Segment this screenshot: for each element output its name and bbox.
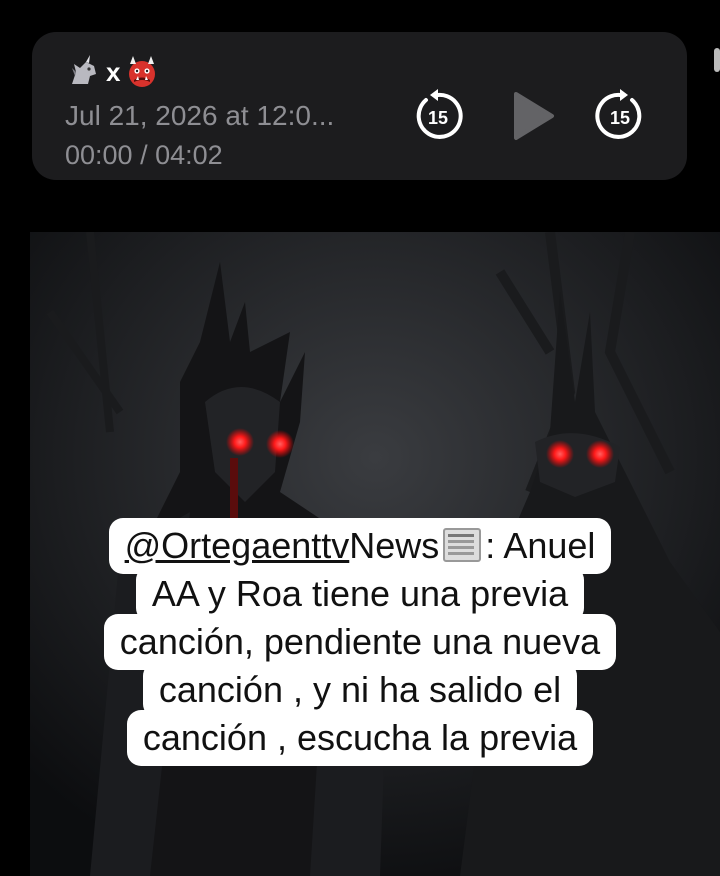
- skip-back-15-icon[interactable]: 15: [410, 88, 466, 144]
- newspaper-icon: [443, 528, 482, 562]
- recording-date: Jul 21, 2026 at 12:0...: [65, 100, 335, 131]
- player-title-separator: x: [106, 56, 121, 87]
- skip-back-label: 15: [428, 108, 448, 128]
- playback-time: 00:00 / 04:02: [65, 140, 223, 170]
- player-title: x: [66, 54, 160, 90]
- ogre-icon: [129, 56, 156, 87]
- caption-line-1-tail: : Anuel: [485, 525, 596, 566]
- caption-overlay: @Ortegaenttv News: Anuel AA y Roa tiene …: [0, 518, 720, 766]
- play-icon[interactable]: [508, 88, 558, 144]
- skip-forward-15-icon[interactable]: 15: [592, 88, 648, 144]
- caption-line-5: canción , escucha la previa: [126, 710, 594, 766]
- edge-handle: [714, 48, 720, 72]
- skip-forward-label: 15: [610, 108, 630, 128]
- unicorn-icon: [72, 55, 96, 84]
- audio-player: x Jul 21, 2026 at 12:0... 00:00 / 04:02 …: [32, 32, 687, 180]
- mention-link[interactable]: @Ortegaenttv: [125, 525, 350, 566]
- caption-news: News: [349, 525, 440, 566]
